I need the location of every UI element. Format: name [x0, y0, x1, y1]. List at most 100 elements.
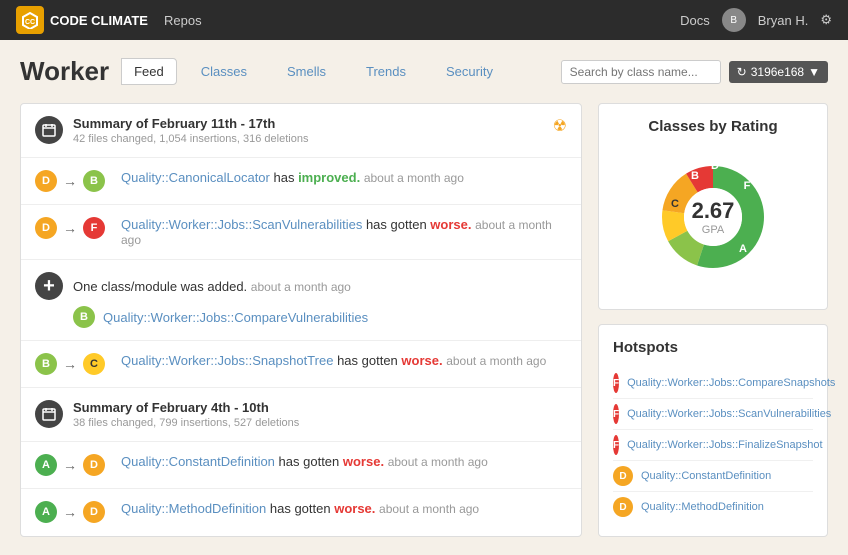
grade-from-a1: A [35, 454, 57, 476]
donut-center: 2.67 GPA [692, 198, 735, 236]
hotspot-grade-2: F [613, 404, 619, 424]
hotspot-link-1[interactable]: Quality::Worker::Jobs::CompareSnapshots [627, 377, 835, 389]
summary2-title: Summary of February 4th - 10th [73, 400, 567, 415]
hotspot-link-4[interactable]: Quality::ConstantDefinition [641, 470, 771, 482]
arrow-icon2: → [63, 220, 77, 236]
page-title: Worker [20, 56, 109, 87]
method-link[interactable]: Quality::MethodDefinition [121, 501, 266, 516]
hotspot-grade-3: F [613, 435, 619, 455]
transition-a-d1: A → D [35, 454, 105, 476]
feed-item-scan: D → F Quality::Worker::Jobs::ScanVulnera… [21, 205, 581, 260]
hotspot-link-2[interactable]: Quality::Worker::Jobs::ScanVulnerabiliti… [627, 408, 831, 420]
username[interactable]: Bryan H. [758, 13, 809, 28]
added-grade: B [73, 306, 95, 328]
svg-text:A: A [739, 243, 747, 255]
calendar-icon2 [35, 400, 63, 428]
svg-text:D: D [711, 160, 719, 172]
improved-label: improved. [298, 170, 360, 185]
canonical-action: has [273, 170, 298, 185]
scan-content: Quality::Worker::Jobs::ScanVulnerabiliti… [121, 217, 567, 247]
search-input[interactable] [561, 60, 721, 84]
canonical-content: Quality::CanonicalLocator has improved. … [121, 170, 567, 185]
hotspot-item-2: F Quality::Worker::Jobs::ScanVulnerabili… [613, 399, 813, 430]
feed-item-method: A → D Quality::MethodDefinition has gott… [21, 489, 581, 535]
constant-content: Quality::ConstantDefinition has gotten w… [121, 454, 567, 469]
feed-item-constant: A → D Quality::ConstantDefinition has go… [21, 442, 581, 489]
commit-badge[interactable]: ↻ 3196e168 ▼ [729, 61, 828, 83]
refresh-icon: ↻ [737, 65, 747, 79]
tab-trends[interactable]: Trends [354, 59, 418, 84]
hotspot-item-4: D Quality::ConstantDefinition [613, 461, 813, 492]
tab-bar: Feed [121, 58, 177, 85]
tab-classes[interactable]: Classes [189, 59, 259, 84]
hotspots-title: Hotspots [613, 339, 813, 356]
page-header: Worker Feed Classes Smells Trends Securi… [20, 56, 828, 87]
arrow-icon4: → [63, 457, 77, 473]
chart-title: Classes by Rating [648, 118, 777, 135]
constant-time: about a month ago [388, 455, 488, 469]
repos-link[interactable]: Repos [164, 13, 202, 28]
constant-action: has gotten [279, 454, 343, 469]
logo[interactable]: CC CODE CLIMATE [16, 6, 148, 34]
svg-text:F: F [744, 180, 751, 192]
tab-feed[interactable]: Feed [121, 58, 177, 85]
grade-to-c: C [83, 353, 105, 375]
content: Worker Feed Classes Smells Trends Securi… [0, 40, 848, 553]
arrow-icon: → [63, 173, 77, 189]
hotspot-item-3: F Quality::Worker::Jobs::FinalizeSnapsho… [613, 430, 813, 461]
feed-item-summary2: Summary of February 4th - 10th 38 files … [21, 388, 581, 442]
feed-item-canonical: D → B Quality::CanonicalLocator has impr… [21, 158, 581, 205]
added-subitem: B Quality::Worker::Jobs::CompareVulnerab… [35, 306, 368, 328]
summary2-sub: 38 files changed, 799 insertions, 527 de… [73, 417, 567, 429]
svg-text:B: B [691, 170, 699, 182]
grade-to-d1: D [83, 454, 105, 476]
tab-smells[interactable]: Smells [275, 59, 338, 84]
summary1-content: Summary of February 11th - 17th 42 files… [73, 116, 543, 145]
logo-icon: CC [16, 6, 44, 34]
transition-d-f: D → F [35, 217, 105, 239]
worse-label4: worse. [334, 501, 375, 516]
added-text: One class/module was added. about a mont… [73, 279, 351, 294]
method-action: has gotten [270, 501, 334, 516]
hotspot-link-3[interactable]: Quality::Worker::Jobs::FinalizeSnapshot [627, 439, 822, 451]
topnav-left: CC CODE CLIMATE Repos [16, 6, 202, 34]
hotspot-grade-5: D [613, 497, 633, 517]
canonical-link[interactable]: Quality::CanonicalLocator [121, 170, 270, 185]
added-time: about a month ago [251, 280, 351, 294]
worse-label3: worse. [343, 454, 384, 469]
compare-vuln-link[interactable]: Quality::Worker::Jobs::CompareVulnerabil… [103, 310, 368, 325]
rss-icon[interactable]: ☢ [553, 116, 567, 136]
docs-link[interactable]: Docs [680, 13, 710, 28]
hotspot-link-5[interactable]: Quality::MethodDefinition [641, 501, 764, 513]
hotspot-item-1: F Quality::Worker::Jobs::CompareSnapshot… [613, 368, 813, 399]
feed-item-summary1: Summary of February 11th - 17th 42 files… [21, 104, 581, 158]
svg-text:CC: CC [25, 19, 35, 26]
transition-a-d2: A → D [35, 501, 105, 523]
constant-link[interactable]: Quality::ConstantDefinition [121, 454, 275, 469]
feed-panel: Summary of February 11th - 17th 42 files… [20, 103, 582, 537]
snapshot-action: has gotten [337, 353, 401, 368]
settings-icon[interactable]: ⚙ [820, 12, 832, 28]
grade-from-b: B [35, 353, 57, 375]
snapshot-time: about a month ago [446, 354, 546, 368]
snapshot-content: Quality::Worker::Jobs::SnapshotTree has … [121, 353, 567, 368]
feed-item-snapshot: B → C Quality::Worker::Jobs::SnapshotTre… [21, 341, 581, 388]
hotspots-container: Hotspots F Quality::Worker::Jobs::Compar… [598, 324, 828, 537]
tab-security[interactable]: Security [434, 59, 505, 84]
donut-gpa: 2.67 [692, 198, 735, 224]
donut-chart: A B C D F 2.67 GPA [643, 147, 783, 287]
scan-link[interactable]: Quality::Worker::Jobs::ScanVulnerabiliti… [121, 217, 362, 232]
scan-action: has gotten [366, 217, 430, 232]
snapshot-link[interactable]: Quality::Worker::Jobs::SnapshotTree [121, 353, 333, 368]
worse-label2: worse. [401, 353, 442, 368]
hotspot-item-5: D Quality::MethodDefinition [613, 492, 813, 522]
grade-to-d2: D [83, 501, 105, 523]
hotspot-grade-4: D [613, 466, 633, 486]
feed-item-added: + One class/module was added. about a mo… [21, 260, 581, 341]
canonical-time: about a month ago [364, 171, 464, 185]
logo-text: CODE CLIMATE [50, 13, 148, 28]
calendar-icon [35, 116, 63, 144]
avatar[interactable]: B [722, 8, 746, 32]
right-panel: Classes by Rating [598, 103, 828, 537]
summary1-title: Summary of February 11th - 17th [73, 116, 543, 131]
